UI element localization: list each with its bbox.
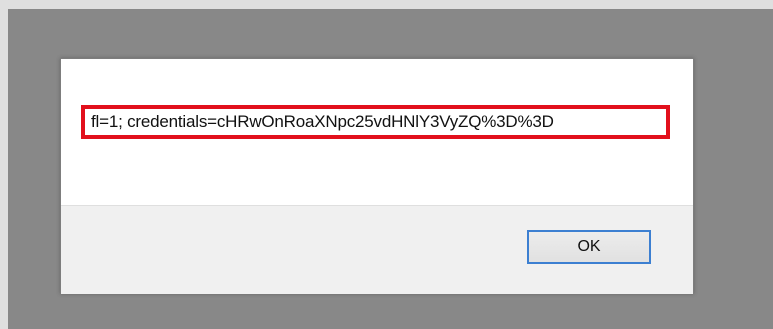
alert-dialog: fl=1; credentials=cHRwOnRoaXNpc25vdHNlY3…	[60, 58, 694, 294]
dialog-message: fl=1; credentials=cHRwOnRoaXNpc25vdHNlY3…	[91, 112, 554, 131]
message-highlight: fl=1; credentials=cHRwOnRoaXNpc25vdHNlY3…	[81, 105, 670, 139]
dialog-message-area: fl=1; credentials=cHRwOnRoaXNpc25vdHNlY3…	[61, 59, 693, 205]
ok-button[interactable]: OK	[527, 230, 651, 264]
dialog-button-bar: OK	[61, 205, 693, 294]
